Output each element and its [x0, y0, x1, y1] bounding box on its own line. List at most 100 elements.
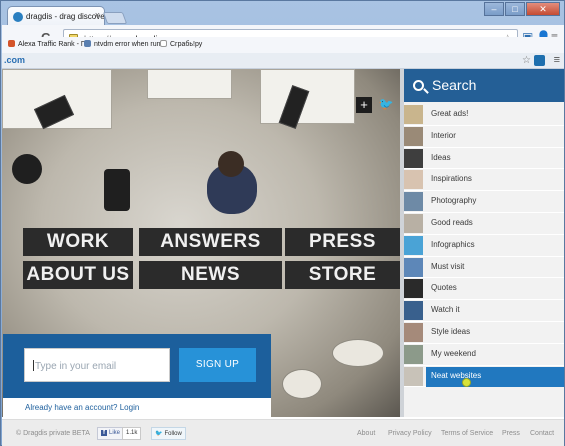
maximize-button[interactable]: □ — [505, 2, 525, 16]
category-item[interactable]: Inspirations — [404, 169, 564, 192]
category-label: My weekend — [431, 348, 476, 358]
page-icon — [84, 40, 91, 47]
category-label: Good reads — [431, 217, 473, 227]
close-window-button[interactable]: ✕ — [526, 2, 560, 16]
category-thumbnail — [404, 366, 423, 386]
wall-word: WORK — [23, 228, 133, 256]
category-thumbnail — [404, 126, 423, 146]
email-input[interactable]: Type in your email — [24, 348, 170, 382]
category-label: Ideas — [431, 152, 451, 162]
category-label: Style ideas — [431, 326, 471, 336]
facebook-icon: f — [101, 430, 107, 436]
chair — [12, 154, 42, 184]
login-link[interactable]: Already have an account? Login — [25, 403, 139, 412]
email-placeholder: Type in your email — [35, 361, 117, 372]
category-list: Great ads! Interior Ideas Inspirations Photo… — [404, 104, 564, 388]
category-label: Quotes — [431, 283, 457, 293]
facebook-like-button[interactable]: f Like — [97, 427, 125, 440]
minimize-button[interactable]: – — [484, 2, 504, 16]
page-top-bar: .com ☆ ≡ — [2, 53, 564, 69]
wall-word: STORE — [285, 261, 400, 289]
tab-title: dragdis - drag discoveries — [26, 12, 105, 21]
twitter-follow-button[interactable]: 🐦 Follow — [151, 427, 186, 440]
category-thumbnail — [404, 344, 423, 364]
category-thumbnail — [404, 279, 423, 299]
copyright: © Dragdis private BETA — [16, 430, 90, 437]
bookmark-sgrab[interactable]: Сграбь!ру — [160, 40, 202, 48]
browser-tab[interactable]: dragdis - drag discoveries × — [7, 6, 105, 26]
site-brand[interactable]: .com — [4, 55, 25, 65]
person-figure — [187, 139, 277, 229]
desk — [260, 69, 355, 124]
page-footer: © Dragdis private BETA f Like 1.1k 🐦 Follo… — [2, 419, 564, 446]
hamburger-icon[interactable]: ≡ — [554, 54, 560, 66]
category-thumbnail — [404, 235, 423, 255]
category-label: Photography — [431, 196, 477, 206]
desk — [147, 69, 232, 99]
category-label: Infographics — [431, 239, 475, 249]
category-thumbnail — [404, 105, 423, 124]
category-item[interactable]: Ideas — [404, 148, 564, 170]
dragdis-logo-icon[interactable] — [534, 55, 545, 66]
category-thumbnail — [404, 148, 423, 168]
category-thumbnail — [404, 170, 423, 190]
search-icon — [413, 80, 424, 91]
footer-link-contact[interactable]: Contact — [530, 430, 554, 437]
category-item[interactable]: Watch it — [404, 300, 564, 322]
tab-close-icon[interactable]: × — [95, 10, 100, 20]
facebook-like-count: 1.1k — [122, 427, 142, 440]
footer-link-press[interactable]: Press — [502, 430, 520, 437]
wall-word: PRESS — [285, 228, 400, 256]
web-page: .com ☆ ≡ + 🐦 WORK ANSWERS PRESS ABOUT US… — [2, 53, 564, 446]
bookmark-alexa[interactable]: Alexa Traffic Rank - Г... — [8, 40, 90, 48]
category-label: Must visit — [431, 261, 465, 271]
twitter-bird-icon[interactable]: 🐦 — [378, 97, 394, 113]
category-item[interactable]: Good reads — [404, 213, 564, 235]
category-label: Interior — [431, 130, 456, 140]
category-item[interactable]: Must visit — [404, 257, 564, 279]
wall-word: ABOUT US — [23, 261, 133, 289]
search-label: Search — [432, 77, 477, 93]
category-item[interactable]: Interior — [404, 126, 564, 148]
cursor-icon — [462, 377, 471, 387]
category-label: Neat websites — [431, 370, 482, 380]
category-item[interactable]: Quotes — [404, 278, 564, 301]
wall-word: NEWS — [139, 261, 282, 289]
category-item[interactable]: My weekend — [404, 344, 564, 366]
chair — [104, 169, 130, 211]
bookmark-ntvdm[interactable]: ntvdm error when run... — [84, 40, 166, 48]
category-thumbnail — [404, 322, 423, 342]
document-icon — [160, 40, 167, 47]
category-thumbnail — [404, 213, 423, 233]
category-item[interactable]: Neat websites — [404, 366, 564, 388]
category-thumbnail — [404, 192, 423, 212]
add-icon[interactable]: + — [356, 97, 372, 113]
globe-icon — [8, 40, 15, 47]
star-icon[interactable]: ☆ — [522, 55, 531, 66]
category-item[interactable]: Infographics — [404, 235, 564, 257]
category-item[interactable]: Photography — [404, 191, 564, 213]
category-thumbnail — [404, 301, 423, 321]
category-item[interactable]: Style ideas — [404, 322, 564, 344]
stool — [332, 339, 384, 367]
category-label: Great ads! — [431, 109, 469, 118]
wall-word: ANSWERS — [139, 228, 282, 256]
window-controls: – □ ✕ — [484, 2, 560, 16]
search-button[interactable]: Search — [404, 69, 564, 102]
stool — [282, 369, 322, 399]
bookmarks-bar: Alexa Traffic Rank - Г... ntvdm error wh… — [2, 37, 564, 53]
signup-button[interactable]: SIGN UP — [179, 348, 256, 382]
category-label: Inspirations — [431, 174, 472, 184]
signup-panel: Type in your email SIGN UP Already have … — [3, 334, 271, 419]
category-thumbnail — [404, 257, 423, 277]
dragdis-favicon-icon — [13, 12, 23, 22]
twitter-icon: 🐦 — [155, 431, 163, 437]
category-sidebar: Search Great ads! Interior Ideas Inspiratio… — [400, 69, 564, 417]
footer-link-privacy[interactable]: Privacy Policy — [388, 430, 432, 437]
footer-link-terms[interactable]: Terms of Service — [441, 430, 493, 437]
browser-window: dragdis - drag discoveries × – □ ✕ ← → C… — [0, 0, 565, 446]
new-tab-button[interactable] — [102, 12, 128, 24]
footer-link-about[interactable]: About — [357, 430, 375, 437]
text-caret — [33, 360, 34, 371]
category-item[interactable]: Great ads! — [404, 104, 564, 126]
